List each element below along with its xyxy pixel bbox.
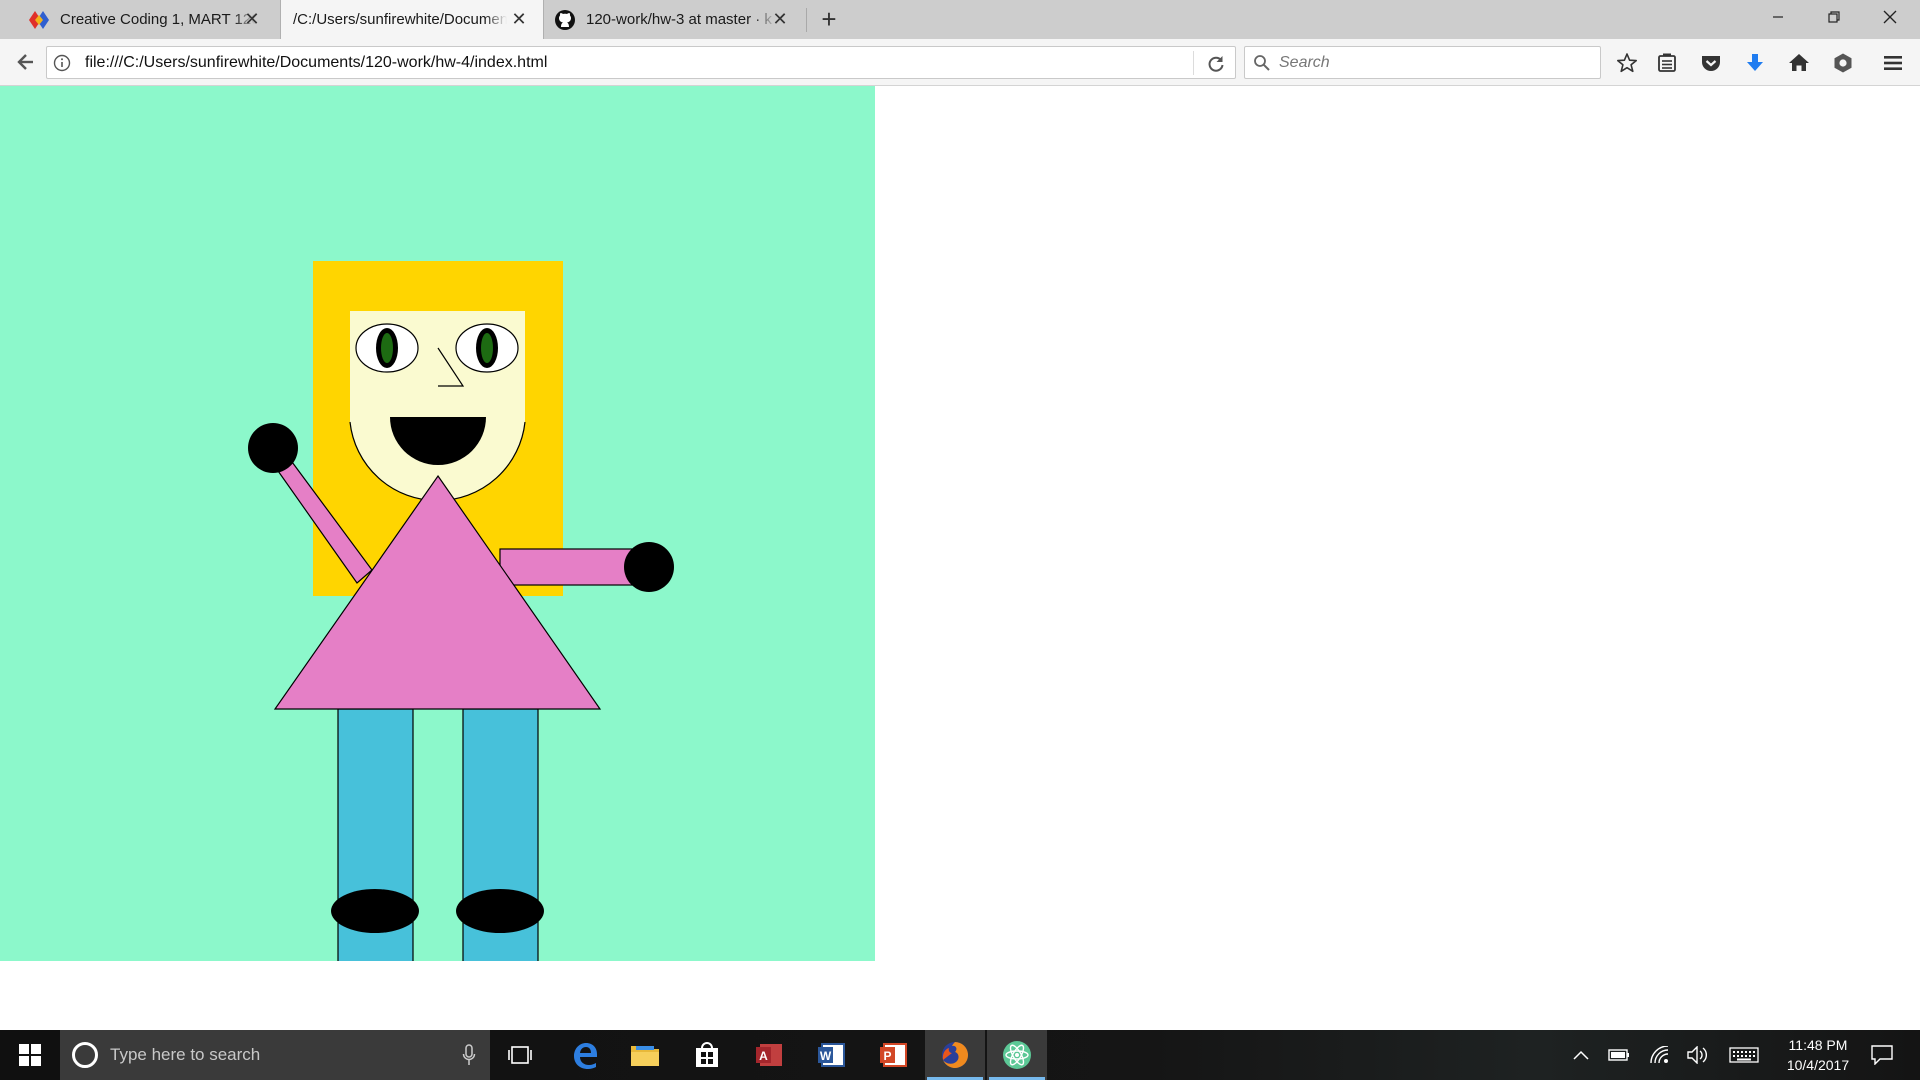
svg-text:P: P: [883, 1049, 891, 1063]
clock-time: 11:48 PM: [1788, 1037, 1848, 1053]
windows-logo-icon: [19, 1044, 41, 1066]
back-arrow-icon: [17, 54, 33, 70]
svg-text:A: A: [759, 1049, 768, 1063]
restore-icon[interactable]: [1806, 0, 1862, 34]
tab-title: /C:/Users/sunfirewhite/Documents/120-wor…: [293, 11, 507, 28]
tab-github-hw3[interactable]: 120-work/hw-3 at master · k ✕: [546, 0, 804, 39]
wifi-icon[interactable]: [1645, 1030, 1675, 1080]
url-text[interactable]: file:///C:/Users/sunfirewhite/Documents/…: [85, 47, 547, 78]
right-iris: [481, 333, 493, 363]
minimize-icon[interactable]: [1750, 0, 1806, 34]
tab-close-icon[interactable]: ✕: [509, 9, 529, 29]
search-icon: [1254, 55, 1270, 71]
tab-hw4-index[interactable]: /C:/Users/sunfirewhite/Documents/120-wor…: [280, 0, 544, 39]
navigation-toolbar: file:///C:/Users/sunfirewhite/Documents/…: [0, 39, 1920, 86]
tab-title: Creative Coding 1, MART 120: [60, 11, 256, 28]
task-view-icon[interactable]: [490, 1030, 550, 1080]
powerpoint-icon[interactable]: P: [863, 1030, 923, 1080]
tab-close-icon[interactable]: ✕: [242, 9, 262, 29]
search-input[interactable]: [1277, 47, 1577, 78]
start-button[interactable]: [0, 1030, 60, 1080]
left-iris: [381, 333, 393, 363]
github-icon: [555, 9, 575, 30]
atom-icon[interactable]: [987, 1030, 1047, 1080]
left-hand: [248, 423, 298, 473]
sketch-canvas: [0, 86, 875, 990]
url-divider: [1193, 51, 1194, 75]
back-button[interactable]: [10, 46, 42, 78]
home-icon[interactable]: [1786, 50, 1812, 76]
close-icon[interactable]: [1862, 0, 1918, 34]
reload-icon[interactable]: [1205, 53, 1227, 75]
reader-list-icon[interactable]: [1654, 50, 1680, 76]
tab-title: 120-work/hw-3 at master · k: [586, 11, 776, 28]
battery-icon[interactable]: [1604, 1030, 1634, 1080]
store-icon[interactable]: [677, 1030, 737, 1080]
file-explorer-icon[interactable]: [615, 1030, 675, 1080]
cortana-icon[interactable]: [72, 1042, 98, 1068]
clock-date: 10/4/2017: [1786, 1057, 1850, 1073]
taskbar-search-box[interactable]: Type here to search: [60, 1030, 490, 1080]
taskbar-search-placeholder: Type here to search: [110, 1045, 261, 1064]
bookmark-star-icon[interactable]: [1614, 50, 1640, 76]
left-foot: [331, 889, 419, 933]
taskbar-clock[interactable]: 11:48 PM 10/4/2017: [1764, 1030, 1872, 1080]
windows-taskbar: Type here to search A W P 11:48 PM 10/4/…: [0, 1030, 1920, 1080]
microphone-icon[interactable]: [462, 1044, 476, 1066]
edge-icon[interactable]: [555, 1030, 615, 1080]
tab-creative-coding[interactable]: Creative Coding 1, MART 120 ✕: [0, 0, 276, 39]
menu-icon[interactable]: [1880, 50, 1906, 76]
url-bar[interactable]: file:///C:/Users/sunfirewhite/Documents/…: [46, 46, 1236, 79]
word-icon[interactable]: W: [801, 1030, 861, 1080]
tab-separator: [806, 8, 807, 32]
firefox-icon[interactable]: [925, 1030, 985, 1080]
right-foot: [456, 889, 544, 933]
tab-close-icon[interactable]: ✕: [770, 9, 790, 29]
creative-coding-favicon-icon: [29, 10, 49, 29]
keyboard-icon[interactable]: [1726, 1030, 1762, 1080]
volume-icon[interactable]: [1682, 1030, 1714, 1080]
extension-icon[interactable]: [1830, 50, 1856, 76]
access-icon[interactable]: A: [739, 1030, 799, 1080]
action-center-icon[interactable]: [1862, 1030, 1902, 1080]
new-tab-button[interactable]: +: [814, 4, 844, 34]
cartoon-girl-drawing: [248, 261, 674, 990]
pocket-icon[interactable]: [1698, 50, 1724, 76]
download-icon[interactable]: [1742, 50, 1768, 76]
show-hidden-icons-chevron-icon[interactable]: [1566, 1030, 1596, 1080]
search-bar[interactable]: [1244, 46, 1601, 79]
svg-text:W: W: [820, 1049, 832, 1063]
tab-strip: Creative Coding 1, MART 120 ✕ /C:/Users/…: [0, 0, 1920, 39]
right-hand: [624, 542, 674, 592]
info-icon[interactable]: [53, 54, 71, 72]
